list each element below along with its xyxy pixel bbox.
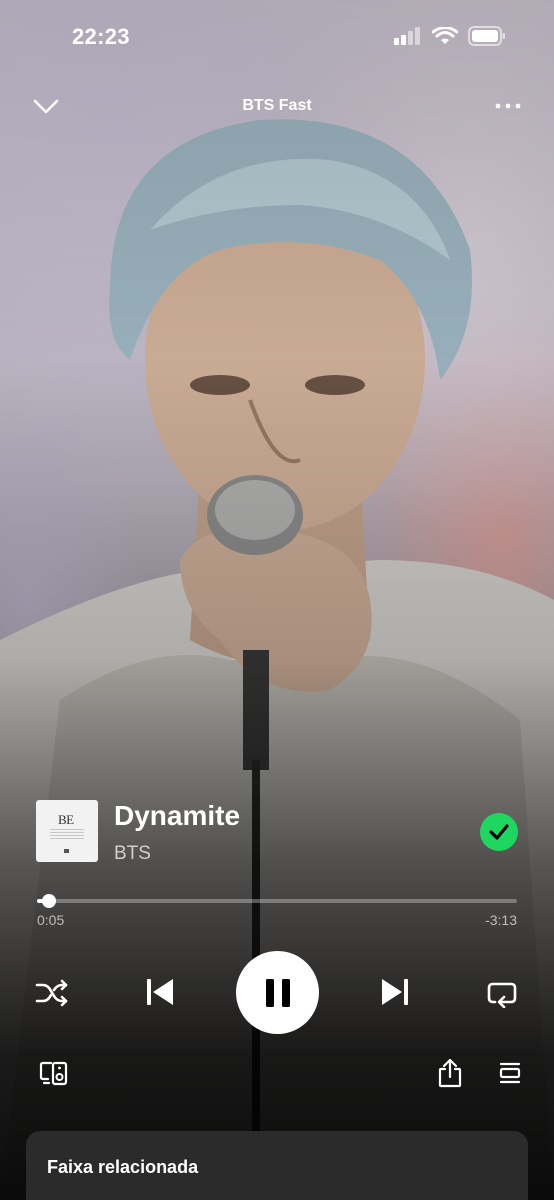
track-title[interactable]: Dynamite: [114, 800, 240, 832]
check-circle-icon: [489, 824, 509, 840]
previous-button[interactable]: [140, 972, 180, 1012]
next-button[interactable]: [375, 972, 415, 1012]
repeat-button[interactable]: [484, 975, 520, 1011]
progress-bar[interactable]: [37, 894, 517, 908]
album-art-logo: [64, 849, 69, 853]
share-button[interactable]: [434, 1057, 466, 1089]
liked-button[interactable]: [480, 813, 518, 851]
time-elapsed: 0:05: [37, 912, 65, 928]
album-art-label: BE: [58, 812, 74, 827]
battery-icon: [468, 26, 505, 46]
skip-next-icon: [382, 979, 408, 1005]
time-remaining: -3:13: [485, 912, 517, 928]
album-art[interactable]: BE: [36, 800, 98, 862]
share-icon: [438, 1058, 462, 1088]
related-track-card[interactable]: Faixa relacionada: [26, 1131, 528, 1200]
related-track-title: Faixa relacionada: [47, 1157, 199, 1177]
playlist-context-title: BTS Fast: [242, 97, 312, 114]
queue-button[interactable]: [494, 1057, 526, 1089]
track-artist[interactable]: BTS: [114, 843, 151, 865]
connect-devices-button[interactable]: [38, 1057, 70, 1089]
more-horizontal-icon: [495, 103, 521, 109]
status-time: 22:23: [72, 24, 130, 49]
connect-device-icon: [39, 1061, 68, 1086]
skip-previous-icon: [147, 979, 173, 1005]
pause-icon: [265, 978, 290, 1007]
pause-button[interactable]: [236, 951, 319, 1034]
signal-icon: [394, 27, 420, 45]
repeat-icon: [487, 982, 517, 1008]
wifi-icon: [432, 27, 458, 44]
shuffle-icon: [35, 979, 68, 1007]
more-options-button[interactable]: [492, 96, 524, 116]
queue-icon: [499, 1062, 521, 1084]
shuffle-button[interactable]: [34, 975, 70, 1011]
status-icons: [394, 26, 506, 46]
album-art-text-lines: [50, 829, 84, 841]
